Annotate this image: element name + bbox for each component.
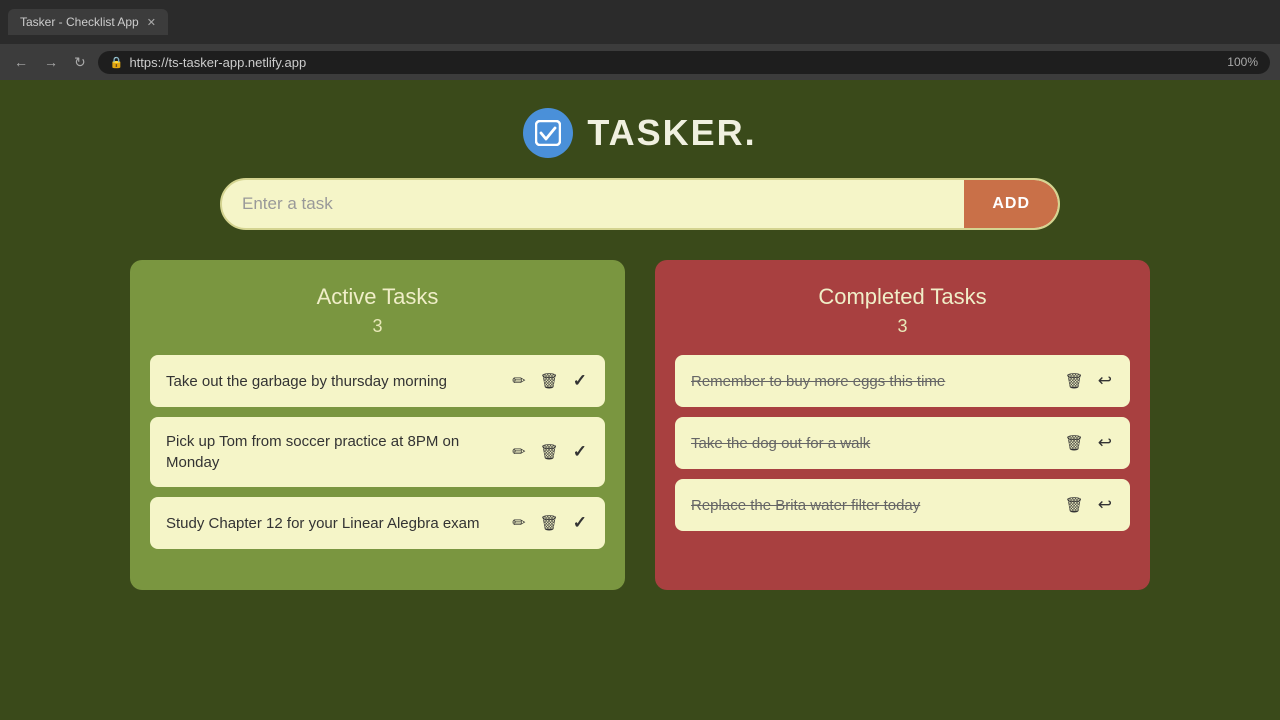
trash-icon [540, 443, 559, 462]
completed-task-text-2: Take the dog out for a walk [691, 433, 1055, 454]
undo-completed-1-button[interactable] [1096, 369, 1114, 393]
forward-button[interactable]: → [40, 52, 62, 72]
table-row: Pick up Tom from soccer practice at 8PM … [150, 417, 605, 487]
browser-nav: ← → ↻ 🔒 https://ts-tasker-app.netlify.ap… [0, 44, 1280, 80]
active-task-text-3: Study Chapter 12 for your Linear Alegbra… [166, 513, 502, 534]
delete-task-1-button[interactable] [538, 370, 561, 393]
completed-tasks-column: Completed Tasks 3 Remember to buy more e… [655, 260, 1150, 590]
completed-tasks-count: 3 [675, 316, 1130, 337]
undo-icon [1098, 495, 1112, 515]
checkmark-logo-icon [535, 120, 561, 146]
delete-task-2-button[interactable] [538, 441, 561, 464]
task-input-area: ADD [220, 178, 1060, 230]
zoom-level: 100% [1227, 55, 1258, 69]
complete-task-2-button[interactable] [571, 440, 589, 464]
active-tasks-title: Active Tasks [150, 284, 605, 310]
table-row: Remember to buy more eggs this time [675, 355, 1130, 407]
completed-task-actions-3 [1063, 493, 1114, 517]
app-logo [523, 108, 573, 158]
main-columns: Active Tasks 3 Take out the garbage by t… [0, 260, 1280, 590]
app-container: TASKER. ADD Active Tasks 3 Take out the … [0, 80, 1280, 630]
active-task-actions-1 [510, 369, 589, 393]
completed-task-text-1: Remember to buy more eggs this time [691, 371, 1055, 392]
lock-icon: 🔒 [110, 56, 124, 69]
delete-completed-3-button[interactable] [1063, 494, 1086, 517]
table-row: Take the dog out for a walk [675, 417, 1130, 469]
completed-task-actions-2 [1063, 431, 1114, 455]
tab-close-button[interactable]: ✕ [147, 16, 156, 29]
active-task-actions-3 [510, 511, 589, 535]
app-title: TASKER. [587, 112, 756, 154]
undo-completed-2-button[interactable] [1096, 431, 1114, 455]
undo-completed-3-button[interactable] [1096, 493, 1114, 517]
check-icon [573, 442, 587, 462]
delete-completed-1-button[interactable] [1063, 370, 1086, 393]
app-header: TASKER. [0, 80, 1280, 178]
address-bar[interactable]: 🔒 https://ts-tasker-app.netlify.app 100% [98, 51, 1270, 74]
reload-button[interactable]: ↻ [70, 52, 90, 73]
check-icon [573, 513, 587, 533]
tab-title: Tasker - Checklist App [20, 15, 139, 29]
pencil-icon [512, 371, 525, 391]
trash-icon [1065, 372, 1084, 391]
add-task-button[interactable]: ADD [964, 180, 1058, 228]
table-row: Replace the Brita water filter today [675, 479, 1130, 531]
trash-icon [1065, 496, 1084, 515]
task-input-wrapper: ADD [220, 178, 1060, 230]
url-text: https://ts-tasker-app.netlify.app [129, 55, 306, 70]
active-task-text-2: Pick up Tom from soccer practice at 8PM … [166, 431, 502, 473]
edit-task-1-button[interactable] [510, 369, 527, 393]
active-task-actions-2 [510, 440, 589, 464]
active-tasks-column: Active Tasks 3 Take out the garbage by t… [130, 260, 625, 590]
complete-task-3-button[interactable] [571, 511, 589, 535]
table-row: Take out the garbage by thursday morning [150, 355, 605, 407]
trash-icon [1065, 434, 1084, 453]
browser-tab[interactable]: Tasker - Checklist App ✕ [8, 9, 168, 35]
pencil-icon [512, 442, 525, 462]
task-input[interactable] [222, 180, 964, 228]
trash-icon [540, 514, 559, 533]
edit-task-3-button[interactable] [510, 511, 527, 535]
check-icon [573, 371, 587, 391]
pencil-icon [512, 513, 525, 533]
back-button[interactable]: ← [10, 52, 32, 72]
active-task-text-1: Take out the garbage by thursday morning [166, 371, 502, 392]
edit-task-2-button[interactable] [510, 440, 527, 464]
completed-task-actions-1 [1063, 369, 1114, 393]
table-row: Study Chapter 12 for your Linear Alegbra… [150, 497, 605, 549]
complete-task-1-button[interactable] [571, 369, 589, 393]
undo-icon [1098, 433, 1112, 453]
browser-chrome: Tasker - Checklist App ✕ [0, 0, 1280, 44]
completed-task-text-3: Replace the Brita water filter today [691, 495, 1055, 516]
active-tasks-count: 3 [150, 316, 605, 337]
trash-icon [540, 372, 559, 391]
undo-icon [1098, 371, 1112, 391]
completed-tasks-title: Completed Tasks [675, 284, 1130, 310]
delete-completed-2-button[interactable] [1063, 432, 1086, 455]
delete-task-3-button[interactable] [538, 512, 561, 535]
